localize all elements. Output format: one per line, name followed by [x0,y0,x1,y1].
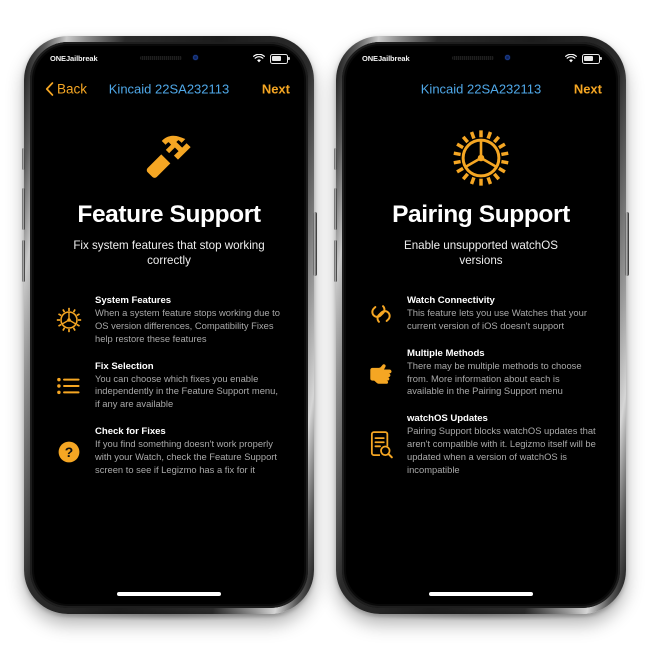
front-camera-icon [505,55,510,60]
list-item: Multiple Methods There may be multiple m… [364,348,598,399]
status-carrier-label: ONEJailbreak [50,54,98,63]
wifi-icon [253,54,265,63]
page-subtitle: Fix system features that stop working co… [73,239,265,268]
list-item: Fix Selection You can choose which fixes… [52,361,286,412]
page-content: Feature Support Fix system features that… [34,107,304,604]
feature-list: Watch Connectivity This feature lets you… [364,295,598,478]
wifi-icon [565,54,577,63]
list-item: System Features When a system feature st… [52,295,286,346]
notch [111,46,227,69]
list-item-title: Multiple Methods [407,347,485,359]
earpiece-speaker [140,55,182,60]
mute-switch[interactable] [22,148,25,170]
list-item-title: Fix Selection [95,360,154,372]
svg-text:?: ? [65,444,74,460]
phone-device-feature-support: ONEJailbreak Back Kincaid 22SA232113 Nex… [21,36,317,621]
list-item: watchOS Updates Pairing Support blocks w… [364,413,598,477]
chevron-left-icon [45,82,54,97]
list-item-description: When a system feature stops working due … [95,306,280,344]
phone-device-pairing-support: ONEJailbreak Kincaid 22SA232113 Next Pai… [333,36,629,621]
pointing-hand-icon [366,358,396,388]
home-indicator[interactable] [429,592,533,596]
question-circle-icon: ? [54,437,84,467]
list-item-title: System Features [95,294,172,306]
list-item: ? Check for Fixes If you find something … [52,426,286,477]
next-button[interactable]: Next [262,82,290,97]
list-item-text: Multiple Methods There may be multiple m… [407,348,596,399]
page-subtitle: Enable unsupported watchOS versions [403,239,559,268]
back-button[interactable]: Back [45,82,87,97]
back-button-label: Back [57,81,88,97]
battery-fill [272,56,282,61]
list-item-text: watchOS Updates Pairing Support blocks w… [407,413,596,477]
volume-up-button[interactable] [21,188,25,230]
screenshot-stage: ONEJailbreak Back Kincaid 22SA232113 Nex… [0,0,650,650]
phone-bezel: ONEJailbreak [30,42,308,608]
navigation-bar: Back Kincaid 22SA232113 Next [34,71,304,107]
status-indicators [565,53,602,64]
front-camera-icon [193,55,198,60]
volume-down-button[interactable] [21,240,25,282]
phone-screen: ONEJailbreak [346,46,616,604]
power-button[interactable] [625,212,629,276]
home-indicator[interactable] [117,592,221,596]
navigation-bar: Kincaid 22SA232113 Next [346,71,616,107]
hammer-icon [52,129,286,187]
list-item-title: Check for Fixes [95,426,166,438]
page-title: Pairing Support [392,201,570,228]
phone-screen: ONEJailbreak [34,46,304,604]
list-item: Watch Connectivity This feature lets you… [364,295,598,333]
power-button[interactable] [313,212,317,276]
next-button[interactable]: Next [574,82,602,97]
list-item-title: Watch Connectivity [407,294,495,306]
list-bullet-icon [54,371,84,401]
gear-large-icon [364,129,598,187]
list-item-text: Watch Connectivity This feature lets you… [407,295,596,333]
volume-up-button[interactable] [333,188,337,230]
list-item-description: This feature lets you use Watches that y… [407,306,587,331]
battery-fill [584,56,594,61]
list-item-title: watchOS Updates [407,413,488,425]
earpiece-speaker [452,55,494,60]
status-indicators [253,53,290,64]
status-carrier-label: ONEJailbreak [362,54,410,63]
list-item-text: Check for Fixes If you find something do… [95,426,284,477]
mute-switch[interactable] [334,148,337,170]
notch [423,46,539,69]
battery-icon [582,53,602,64]
page-content: Pairing Support Enable unsupported watch… [346,107,616,604]
page-title: Feature Support [77,201,261,228]
gear-icon [54,305,84,335]
battery-icon [270,53,290,64]
list-item-text: System Features When a system feature st… [95,295,284,346]
list-item-description: There may be multiple methods to choose … [407,359,582,397]
list-item-description: You can choose which fixes you enable in… [95,372,278,410]
link-chain-icon [366,299,396,329]
list-item-text: Fix Selection You can choose which fixes… [95,361,284,412]
volume-down-button[interactable] [333,240,337,282]
feature-list: System Features When a system feature st… [52,295,286,478]
phone-bezel: ONEJailbreak [342,42,620,608]
document-search-icon [366,430,396,460]
list-item-description: Pairing Support blocks watchOS updates t… [407,425,596,476]
list-item-description: If you find something doesn't work prope… [95,438,278,476]
